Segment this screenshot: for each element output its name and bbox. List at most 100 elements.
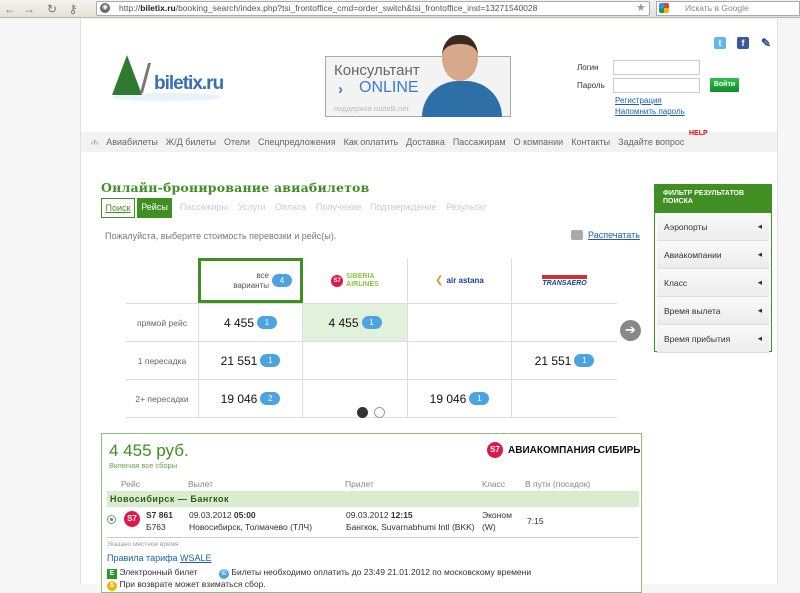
nav-item-about[interactable]: О компании <box>514 137 564 147</box>
google-search-input[interactable]: Искать в Google <box>656 1 800 16</box>
url-prefix: http:// <box>119 3 141 13</box>
fare-rules-label: Правила тарифа <box>107 553 178 563</box>
page-dot-active[interactable] <box>357 407 368 418</box>
divider <box>107 537 639 538</box>
logo[interactable]: biletix.ru <box>112 55 232 105</box>
s7-logo-icon: S7 <box>487 442 503 458</box>
facebook-icon[interactable]: f <box>737 37 749 49</box>
nav-item-rail[interactable]: Ж/Д билеты <box>166 137 216 147</box>
key-icon[interactable]: ⚷ <box>66 2 80 16</box>
filter-airlines[interactable]: Авиакомпании ◂ <box>657 241 769 269</box>
col-duration: В пути (посадок) <box>525 479 591 489</box>
url-path: /booking_search/index.php?tsi_frontoffic… <box>175 3 538 13</box>
caret-left-icon: ◂ <box>757 249 762 259</box>
airline-transaero[interactable]: TRANSAERO <box>512 258 617 303</box>
count-badge: 1 <box>260 354 281 367</box>
filter-label: Класс <box>664 277 688 288</box>
row-label: прямой рейс <box>126 304 198 342</box>
page-title: Онлайн-бронирование авиабилетов <box>101 180 370 195</box>
fare-price: 21 551 <box>534 353 572 368</box>
login-button[interactable]: Войти <box>710 78 739 92</box>
chevron-right-icon: › <box>338 81 343 98</box>
fare-cell[interactable]: 4 455 1 <box>198 304 303 342</box>
price-note: Включая все сборы <box>109 461 178 470</box>
url-bar[interactable]: http://biletix.ru/booking_search/index.p… <box>96 1 650 16</box>
arr-date: 09.03.2012 <box>346 510 389 520</box>
nav-item-passengers[interactable]: Пассажирам <box>453 137 506 147</box>
empty-cell <box>408 304 512 342</box>
step-confirmation: Подтверждение <box>370 202 437 212</box>
fare-cell[interactable]: 19 046 1 <box>408 380 512 418</box>
s7-logo-icon: S7 <box>331 274 344 287</box>
result-card: 4 455 руб. Включая все сборы S7 АВИАКОМПА… <box>101 433 642 593</box>
fare-cell[interactable]: 21 551 1 <box>512 342 617 380</box>
nav-item-delivery[interactable]: Доставка <box>406 137 445 147</box>
empty-cell <box>408 342 512 380</box>
nav-item-payment[interactable]: Как оплатить <box>344 137 399 147</box>
nav-item-avia[interactable]: Авиабилеты <box>106 137 158 147</box>
print-link[interactable]: Распечатать <box>588 230 640 240</box>
reload-icon[interactable]: ↻ <box>45 2 59 16</box>
airline-air-astana[interactable]: ❮ air astana <box>408 258 512 303</box>
filter-class[interactable]: Класс ◂ <box>657 269 769 297</box>
eticket-text: Электронный билет <box>119 567 198 577</box>
nav-item-ask[interactable]: Задайте вопрос <box>618 137 684 147</box>
step-delivery: Получение <box>316 202 362 212</box>
all-label-1: все <box>256 270 269 280</box>
flight-number: S7 861 <box>146 510 173 520</box>
bookmark-star-icon[interactable]: ★ <box>636 1 646 14</box>
login-input[interactable] <box>613 60 700 75</box>
pen-icon[interactable]: ✎ <box>760 37 772 49</box>
all-variants-tab[interactable]: все варианты 4 <box>198 258 303 303</box>
empty-cell <box>512 380 617 418</box>
fare-class: Эконом <box>482 510 512 520</box>
back-icon[interactable]: ← <box>3 2 17 16</box>
step-search[interactable]: Поиск <box>101 198 135 218</box>
dollar-icon: $ <box>107 581 117 591</box>
sitemap-icon[interactable]: ሐ <box>91 137 98 148</box>
fare-cell[interactable]: 21 551 1 <box>198 342 303 380</box>
photo-head <box>442 35 478 81</box>
filter-arrival-time[interactable]: Время прибытия ◂ <box>657 325 769 353</box>
empty-cell <box>512 304 617 342</box>
consultant-title: Консультант <box>334 62 420 79</box>
duration: 7:15 <box>527 516 544 526</box>
filter-departure-time[interactable]: Время вылета ◂ <box>657 297 769 325</box>
filter-panel: ФИЛЬТР РЕЗУЛЬТАТОВ ПОИСКА Аэропорты ◂ Ави… <box>654 184 772 353</box>
globe-icon: ◉ <box>100 3 110 13</box>
filter-airports[interactable]: Аэропорты ◂ <box>657 213 769 241</box>
register-link[interactable]: Регистрация <box>615 96 662 105</box>
password-input[interactable] <box>613 78 700 93</box>
browser-toolbar: ← → ↻ ⚷ http://biletix.ru/booking_search… <box>0 0 800 18</box>
step-flights[interactable]: Рейсы <box>137 198 172 218</box>
fare-price: 19 046 <box>220 391 258 406</box>
empty-cell <box>303 342 408 380</box>
all-label-2: варианты <box>233 280 269 290</box>
nav-item-contacts[interactable]: Контакты <box>571 137 610 147</box>
remind-password-link[interactable]: Напомнить пароль <box>615 107 685 116</box>
forward-icon[interactable]: → <box>22 2 36 16</box>
caret-left-icon: ◂ <box>757 277 762 287</box>
refund-note: При возврате может взиматься сбор. <box>119 579 266 589</box>
next-arrow-icon[interactable]: ➔ <box>620 320 641 341</box>
twitter-icon[interactable]: t <box>714 37 726 49</box>
consultant-support: поддержка rustalk.net <box>334 104 409 113</box>
fare-rules-link[interactable]: WSALE <box>180 553 212 563</box>
printer-icon[interactable] <box>571 230 583 240</box>
fare-cell[interactable]: 4 455 1 <box>303 304 408 342</box>
route-header: Новосибирск — Бангкок <box>107 491 639 507</box>
nav-item-offers[interactable]: Спецпредложения <box>258 137 336 147</box>
page-dot[interactable] <box>374 407 385 418</box>
nav-item-hotels[interactable]: Отели <box>224 137 250 147</box>
count-badge: 2 <box>260 392 281 405</box>
airline-name: АВИАКОМПАНИЯ СИБИРЬ <box>508 444 641 456</box>
url-host: biletix.ru <box>140 3 176 13</box>
step-services: Услуги <box>238 202 266 212</box>
dep-date: 09.03.2012 <box>189 510 232 520</box>
eticket-icon: E <box>107 569 117 579</box>
air-astana-logo-text: air astana <box>446 276 484 285</box>
flight-radio[interactable] <box>107 515 116 524</box>
login-label: Логин <box>577 63 599 72</box>
airline-siberia[interactable]: S7 SIBERIA AIRLINES <box>303 258 408 303</box>
fare-cell[interactable]: 19 046 2 <box>198 380 303 418</box>
